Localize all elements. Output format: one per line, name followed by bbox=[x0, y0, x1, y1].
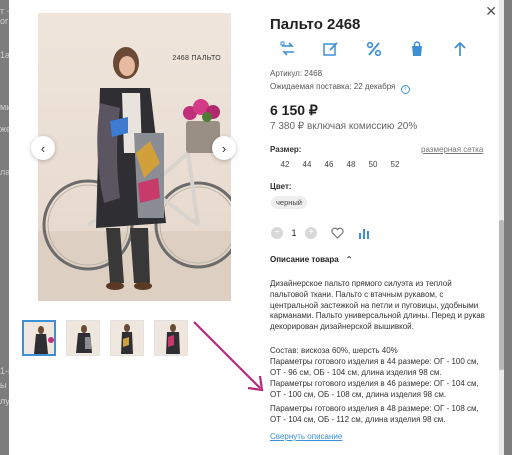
info-icon[interactable]: i bbox=[400, 85, 410, 94]
thumbnail[interactable] bbox=[154, 320, 188, 356]
chevron-right-icon[interactable]: › bbox=[212, 136, 236, 160]
scrollbar[interactable] bbox=[499, 0, 504, 455]
chevron-left-icon[interactable]: ‹ bbox=[31, 136, 55, 160]
price-with-commission: 7 380 ₽ включая комиссию 20% bbox=[270, 121, 418, 132]
price: 6 150 ₽ bbox=[270, 102, 318, 118]
exchange-icon[interactable] bbox=[279, 40, 297, 58]
product-title: Пальто 2468 bbox=[270, 16, 361, 33]
description-paragraph: Дизайнерское пальто прямого силуэта из т… bbox=[270, 279, 485, 332]
size-label: Размер: bbox=[270, 145, 302, 154]
delivery-label: Ожидаемая поставка: bbox=[270, 82, 352, 91]
thumbnail[interactable] bbox=[22, 320, 56, 356]
description-paragraph: Параметры готового изделия в 46 размере:… bbox=[270, 379, 479, 399]
shopping-bag-icon[interactable] bbox=[408, 40, 426, 58]
article-row: Артикул: 2468 bbox=[270, 69, 322, 78]
product-toolbar bbox=[279, 40, 469, 58]
size-option[interactable]: 44 bbox=[296, 160, 318, 169]
thumbnail[interactable] bbox=[110, 320, 144, 356]
size-chart-link[interactable]: размерная сетка bbox=[421, 145, 483, 154]
product-quick-view-modal: ✕ 2468 ПАЛЬТО ‹ › Пальто 2468 Артикул: 2… bbox=[9, 0, 504, 455]
edit-icon[interactable] bbox=[322, 40, 340, 58]
scrollbar-thumb[interactable] bbox=[499, 220, 504, 370]
size-option[interactable]: 46 bbox=[318, 160, 340, 169]
decrement-button[interactable]: − bbox=[271, 227, 283, 239]
quantity-value[interactable]: 1 bbox=[283, 228, 305, 238]
description-composition: Состав: вискоза 60%, шерсть 40% bbox=[270, 346, 398, 355]
increment-button[interactable]: + bbox=[305, 227, 317, 239]
chevron-up-icon: ⌃ bbox=[345, 255, 353, 264]
size-option[interactable]: 48 bbox=[340, 160, 362, 169]
color-label: Цвет: bbox=[270, 182, 292, 191]
color-option[interactable]: черный bbox=[271, 196, 307, 209]
collapse-description-link[interactable]: Свернуть описание bbox=[270, 432, 342, 441]
delivery-value: 22 декабря bbox=[353, 82, 396, 91]
description-paragraph: Параметры готового изделия в 44 размере:… bbox=[270, 357, 479, 377]
heart-icon[interactable] bbox=[331, 227, 344, 239]
description-toggle-label: Описание товара bbox=[270, 255, 339, 264]
product-main-photo: 2468 ПАЛЬТО bbox=[38, 13, 231, 301]
size-option[interactable]: 50 bbox=[362, 160, 384, 169]
background-text: ы bbox=[0, 380, 7, 390]
photo-caption: 2468 ПАЛЬТО bbox=[172, 55, 221, 62]
thumbnail-strip bbox=[22, 320, 188, 356]
description-toggle[interactable]: Описание товара ⌃ bbox=[270, 255, 353, 264]
quantity-stepper: − 1 + bbox=[271, 227, 370, 239]
percent-icon[interactable] bbox=[365, 40, 383, 58]
size-option[interactable]: 42 bbox=[274, 160, 296, 169]
size-options: 42 44 46 48 50 52 bbox=[274, 160, 406, 169]
description-paragraph: Параметры готового изделия в 48 размере:… bbox=[270, 404, 479, 424]
bar-chart-icon[interactable] bbox=[358, 227, 370, 239]
size-option[interactable]: 52 bbox=[384, 160, 406, 169]
thumbnail[interactable] bbox=[66, 320, 100, 356]
delivery-row: Ожидаемая поставка: 22 декабря i bbox=[270, 82, 410, 94]
arrow-up-icon[interactable] bbox=[451, 40, 469, 58]
article-label: Артикул: bbox=[270, 69, 303, 78]
close-icon[interactable]: ✕ bbox=[485, 3, 497, 20]
article-value: 2468 bbox=[304, 69, 323, 78]
